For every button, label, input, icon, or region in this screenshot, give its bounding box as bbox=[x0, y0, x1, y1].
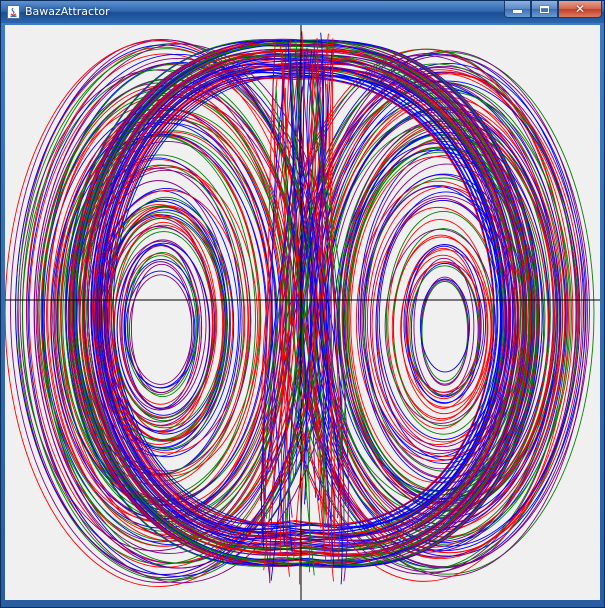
app-window: BawazAttractor ✕ bbox=[0, 0, 605, 608]
trajectory-loop-144 bbox=[129, 274, 193, 385]
trajectory-loop-56 bbox=[123, 244, 198, 409]
maximize-button[interactable] bbox=[531, 1, 558, 18]
trajectory-loop-175 bbox=[419, 278, 470, 373]
trajectory-loop-63 bbox=[421, 280, 469, 382]
maximize-icon bbox=[540, 5, 549, 13]
drawing-canvas bbox=[5, 25, 600, 600]
attractor-plot bbox=[5, 25, 600, 600]
trajectory-loop-49 bbox=[387, 218, 493, 430]
close-button[interactable]: ✕ bbox=[558, 1, 602, 18]
title-bar[interactable]: BawazAttractor ✕ bbox=[1, 1, 604, 23]
minimize-button[interactable] bbox=[504, 1, 531, 18]
java-app-icon bbox=[7, 5, 20, 19]
trajectory-loop-106 bbox=[124, 255, 197, 396]
trajectory-loop-97 bbox=[420, 279, 469, 385]
window-controls: ✕ bbox=[504, 1, 602, 19]
trajectory-group bbox=[5, 31, 595, 587]
close-icon: ✕ bbox=[574, 2, 586, 16]
minimize-icon bbox=[513, 10, 522, 13]
window-title: BawazAttractor bbox=[25, 5, 110, 18]
trajectory-loop-160 bbox=[126, 261, 195, 394]
